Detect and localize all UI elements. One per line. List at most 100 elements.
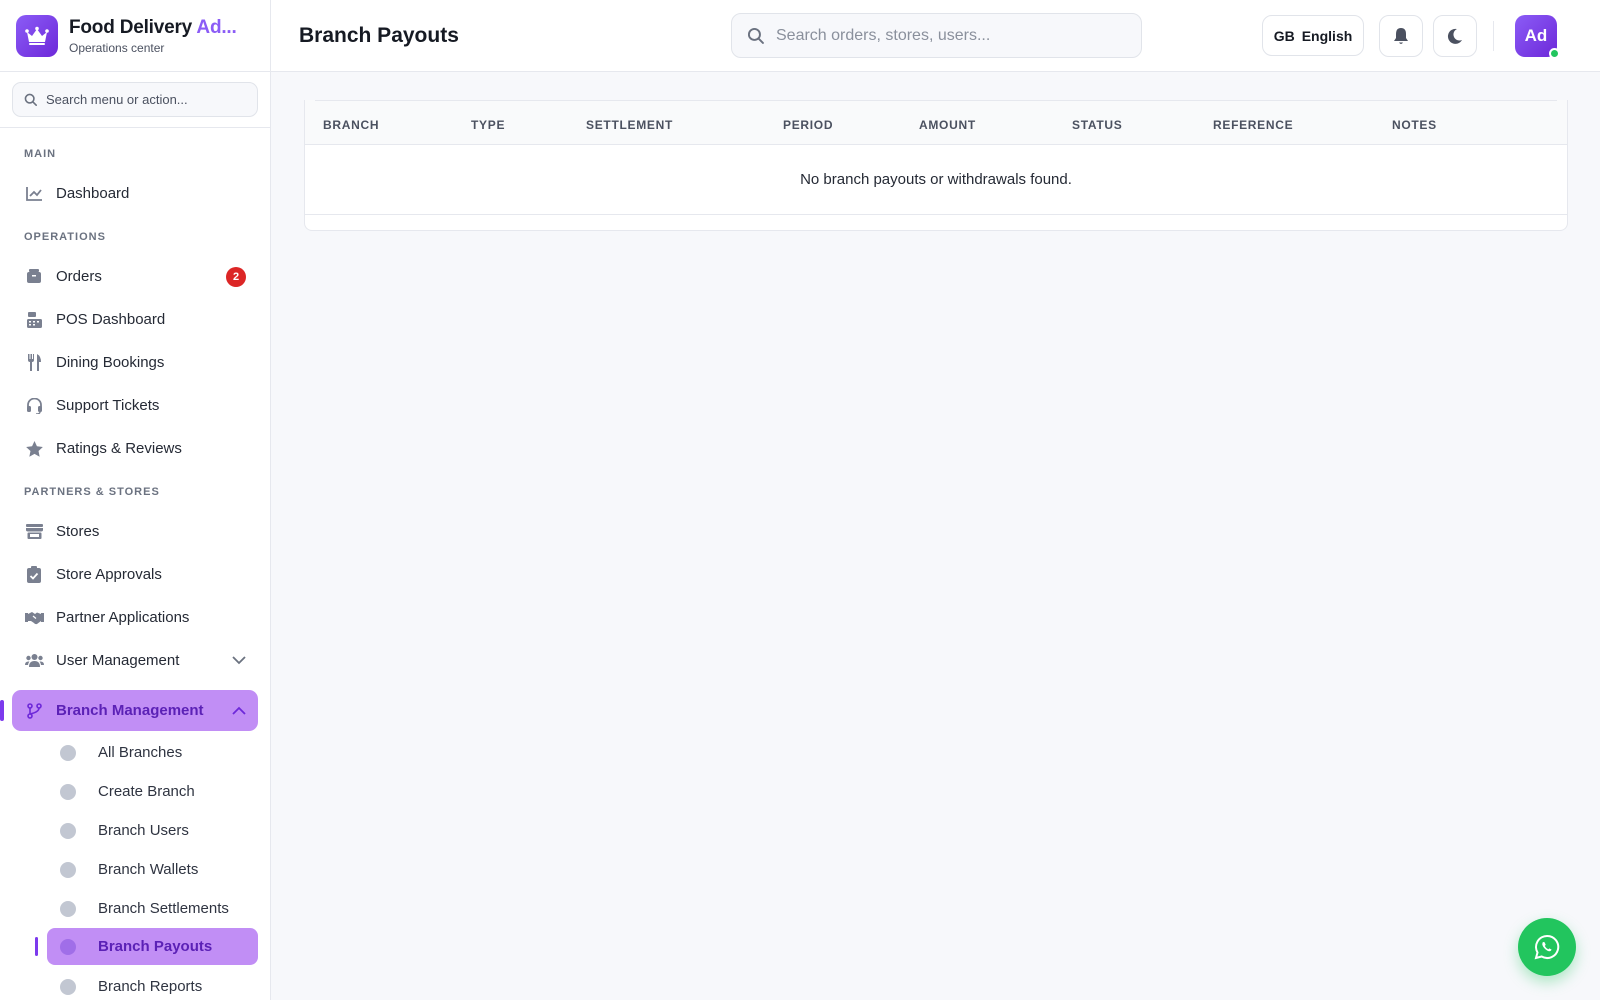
sidebar-item-label: Stores [56,523,100,540]
language-selector[interactable]: GB English [1262,15,1364,56]
chevron-up-icon [232,702,246,719]
box-icon [24,267,44,287]
dot-icon [60,783,76,800]
sidebar-item-dining[interactable]: Dining Bookings [0,341,270,384]
dot-icon [60,900,76,917]
column-header-status[interactable]: STATUS [1054,100,1195,145]
sidebar-item-partner-applications[interactable]: Partner Applications [0,596,270,639]
column-header-branch[interactable]: BRANCH [305,100,453,145]
sidebar-item-label: Branch Management [56,702,204,719]
sidebar-item-pos[interactable]: POS Dashboard [0,298,270,341]
whatsapp-icon [1534,934,1560,960]
language-code: GB [1273,27,1295,44]
search-icon [24,93,37,106]
submenu-label: Branch Wallets [98,861,199,878]
theme-toggle-button[interactable] [1433,15,1477,57]
sidebar-item-label: Store Approvals [56,566,162,583]
sidebar-search-input[interactable] [46,92,246,107]
handshake-icon [24,608,44,628]
global-search-input[interactable] [776,26,1116,45]
headset-icon [24,396,44,416]
orders-count-badge: 2 [226,266,246,287]
section-main: MAIN [24,148,57,160]
column-header-period[interactable]: PERIOD [765,100,901,145]
sidebar-item-label: Support Tickets [56,397,160,414]
global-search [731,13,1142,58]
sidebar: Food Delivery Ad... Operations center MA… [0,0,271,1000]
users-icon [24,651,44,671]
store-icon [24,522,44,542]
payouts-table-card: BRANCH TYPE SETTLEMENT PERIOD AMOUNT STA… [304,100,1568,231]
submenu-label: Branch Reports [98,978,203,995]
avatar-initials: Ad [1524,26,1548,45]
sidebar-item-label: Partner Applications [56,609,190,626]
code-branch-icon [24,701,44,721]
online-status-dot [1549,48,1560,59]
submenu-branch-users[interactable]: Branch Users [0,811,270,850]
star-icon [24,439,44,459]
sidebar-search [12,82,258,117]
column-header-amount[interactable]: AMOUNT [901,100,1054,145]
submenu-label: Branch Settlements [98,900,229,917]
dot-icon [60,938,76,955]
notifications-button[interactable] [1379,15,1423,57]
bell-icon [1394,28,1408,44]
dot-icon [60,861,76,878]
moon-icon [1447,28,1462,44]
sidebar-item-branch-management[interactable]: Branch Management [0,690,258,731]
column-header-notes[interactable]: NOTES [1374,100,1567,145]
brand-subtitle: Operations center [69,40,165,55]
sidebar-item-user-management[interactable]: User Management [0,639,270,682]
submenu-branch-payouts[interactable]: Branch Payouts [35,928,258,965]
column-header-settlement[interactable]: SETTLEMENT [568,100,765,145]
language-label: English [1301,27,1353,44]
whatsapp-chat-button[interactable] [1518,918,1576,976]
table-header-row: BRANCH TYPE SETTLEMENT PERIOD AMOUNT STA… [305,100,1567,145]
section-operations: OPERATIONS [24,231,106,243]
submenu-branch-settlements[interactable]: Branch Settlements [0,889,270,928]
sidebar-item-store-approvals[interactable]: Store Approvals [0,553,270,596]
sidebar-item-label: Ratings & Reviews [56,440,182,457]
column-header-type[interactable]: TYPE [453,100,568,145]
table-row: No branch payouts or withdrawals found. [305,144,1567,215]
brand: Food Delivery Ad... Operations center [0,0,270,72]
sidebar-item-orders[interactable]: Orders 2 [0,255,270,298]
sidebar-item-label: POS Dashboard [56,311,166,328]
branch-submenu: All Branches Create Branch Branch Users … [0,731,270,1000]
header-divider [1493,21,1494,51]
sidebar-item-label: Orders [56,268,102,285]
submenu-label: Branch Payouts [98,938,213,955]
chart-line-icon [24,184,44,204]
sidebar-nav: MAIN Dashboard OPERATIONS Orders 2 POS D… [0,128,270,1000]
clipboard-check-icon [24,565,44,585]
submenu-branch-wallets[interactable]: Branch Wallets [0,850,270,889]
submenu-all-branches[interactable]: All Branches [0,733,270,772]
sidebar-item-label: User Management [56,652,180,669]
chevron-down-icon [232,652,246,669]
search-icon [747,27,764,44]
brand-title: Food Delivery Ad... [69,16,237,38]
user-avatar[interactable]: Ad [1515,15,1560,59]
submenu-label: All Branches [98,744,183,761]
sidebar-item-stores[interactable]: Stores [0,510,270,553]
empty-state-message: No branch payouts or withdrawals found. [305,144,1567,215]
submenu-branch-reports[interactable]: Branch Reports [0,967,270,1000]
payouts-table: BRANCH TYPE SETTLEMENT PERIOD AMOUNT STA… [305,100,1567,215]
page-title: Branch Payouts [299,23,459,47]
column-header-reference[interactable]: REFERENCE [1195,100,1374,145]
submenu-create-branch[interactable]: Create Branch [0,772,270,811]
crown-icon[interactable] [16,14,58,57]
sidebar-item-support[interactable]: Support Tickets [0,384,270,427]
cash-register-icon [24,310,44,330]
section-partners: PARTNERS & STORES [24,486,160,498]
sidebar-item-label: Dining Bookings [56,354,165,371]
top-header: Branch Payouts GB English Ad [271,0,1600,72]
utensils-icon [24,353,44,373]
submenu-label: Branch Users [98,822,189,839]
submenu-label: Create Branch [98,783,195,800]
dot-icon [60,822,76,839]
sidebar-item-label: Dashboard [56,185,130,202]
sidebar-item-dashboard[interactable]: Dashboard [0,172,270,215]
dot-icon [60,978,76,995]
sidebar-item-ratings[interactable]: Ratings & Reviews [0,427,270,470]
